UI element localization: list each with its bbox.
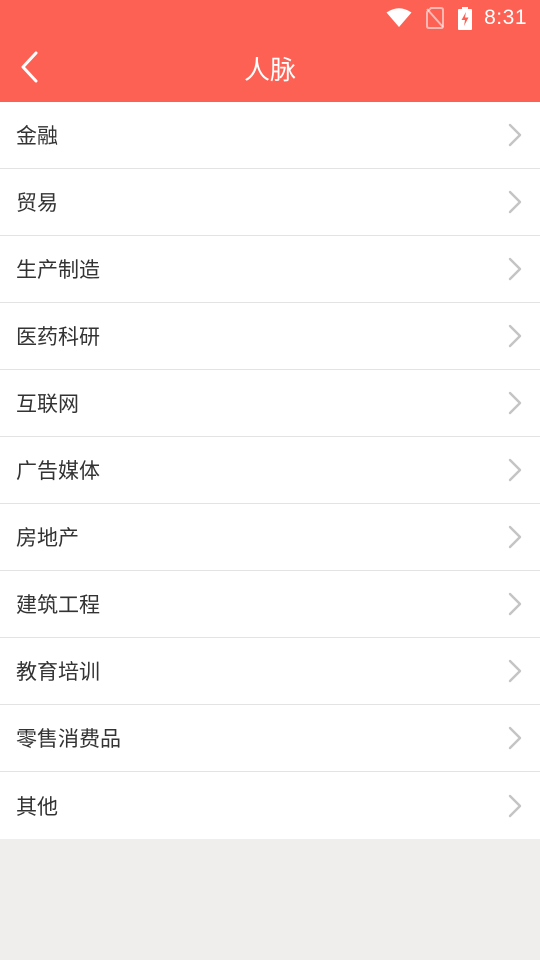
- list-item-label: 教育培训: [16, 660, 100, 684]
- chevron-right-icon: [508, 190, 522, 214]
- list-item[interactable]: 广告媒体: [0, 437, 540, 504]
- list-item[interactable]: 其他: [0, 772, 540, 839]
- list-item-label: 广告媒体: [16, 459, 100, 483]
- list-item-label: 医药科研: [16, 325, 100, 349]
- list-item[interactable]: 医药科研: [0, 303, 540, 370]
- status-bar: 8:31: [0, 0, 540, 36]
- list-item[interactable]: 金融: [0, 102, 540, 169]
- list-item-label: 互联网: [16, 392, 79, 416]
- list-item[interactable]: 互联网: [0, 370, 540, 437]
- status-time: 8:31: [484, 6, 527, 29]
- chevron-right-icon: [508, 525, 522, 549]
- no-sim-icon: [426, 7, 445, 29]
- chevron-right-icon: [508, 257, 522, 281]
- chevron-left-icon: [20, 51, 40, 87]
- industry-list: 金融贸易生产制造医药科研互联网广告媒体房地产建筑工程教育培训零售消费品其他: [0, 102, 540, 839]
- chevron-right-icon: [508, 659, 522, 683]
- list-item[interactable]: 建筑工程: [0, 571, 540, 638]
- list-item[interactable]: 房地产: [0, 504, 540, 571]
- list-item-label: 生产制造: [16, 258, 100, 282]
- battery-charging-icon: [458, 6, 473, 30]
- list-item-label: 零售消费品: [16, 727, 121, 751]
- list-item-label: 房地产: [16, 526, 79, 550]
- list-item-label: 金融: [16, 124, 58, 148]
- chevron-right-icon: [508, 324, 522, 348]
- list-item[interactable]: 教育培训: [0, 638, 540, 705]
- list-item-label: 其他: [16, 794, 58, 819]
- app-bar: 人脉: [0, 36, 540, 102]
- chevron-right-icon: [508, 794, 522, 818]
- chevron-right-icon: [508, 391, 522, 415]
- list-item[interactable]: 贸易: [0, 169, 540, 236]
- chevron-right-icon: [508, 458, 522, 482]
- page-title: 人脉: [243, 55, 296, 86]
- list-item[interactable]: 零售消费品: [0, 705, 540, 772]
- wifi-icon: [386, 8, 412, 28]
- list-item[interactable]: 生产制造: [0, 236, 540, 303]
- chevron-right-icon: [508, 123, 522, 147]
- back-button[interactable]: [0, 36, 60, 102]
- screen: 8:31 人脉 金融贸易生产制造医药科研互联网广告媒体房地产建筑工程教育培训零售…: [0, 0, 540, 960]
- chevron-right-icon: [508, 726, 522, 750]
- list-item-label: 建筑工程: [16, 593, 100, 617]
- list-item-label: 贸易: [16, 191, 58, 215]
- header: 8:31 人脉: [0, 0, 540, 102]
- chevron-right-icon: [508, 592, 522, 616]
